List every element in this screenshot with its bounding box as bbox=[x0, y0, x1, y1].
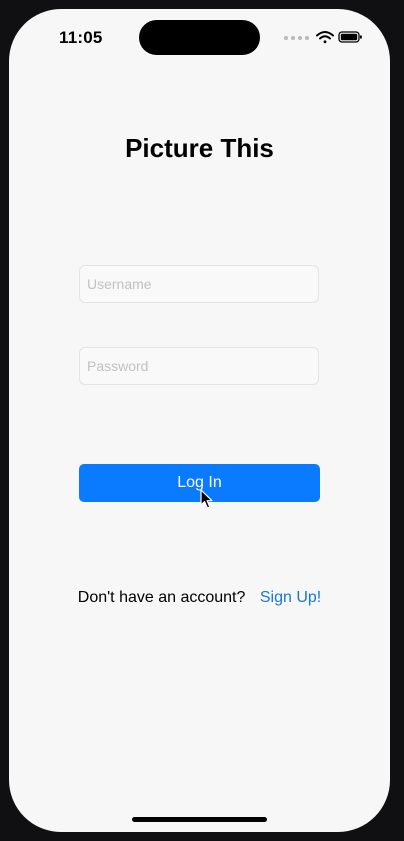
status-icons bbox=[284, 31, 362, 44]
signal-dots-icon bbox=[284, 36, 309, 40]
password-input[interactable] bbox=[79, 347, 319, 385]
signup-row: Don't have an account? Sign Up! bbox=[9, 589, 390, 607]
dynamic-island bbox=[139, 20, 260, 55]
home-indicator[interactable] bbox=[132, 817, 267, 822]
status-time: 11:05 bbox=[59, 28, 103, 47]
wifi-icon bbox=[316, 31, 334, 44]
app-title: Picture This bbox=[125, 133, 274, 163]
mouse-cursor-icon bbox=[200, 489, 213, 509]
device-frame: 11:05 Picture This Log In bbox=[0, 0, 404, 841]
signup-prompt: Don't have an account? bbox=[77, 589, 246, 606]
username-input[interactable] bbox=[79, 265, 319, 303]
app-screen: 11:05 Picture This Log In bbox=[9, 9, 390, 832]
signup-link[interactable]: Sign Up! bbox=[260, 589, 321, 606]
battery-icon bbox=[338, 31, 362, 43]
